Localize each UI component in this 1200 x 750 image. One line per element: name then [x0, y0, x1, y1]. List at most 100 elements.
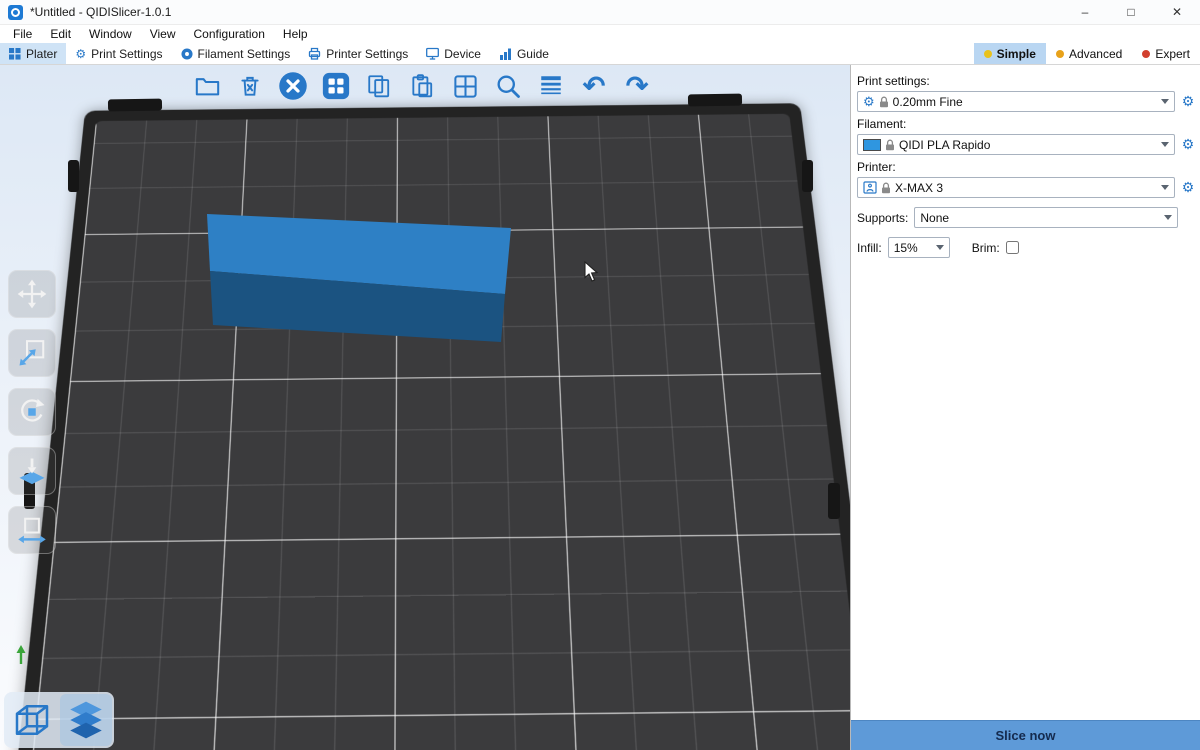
- tab-label: Print Settings: [91, 47, 162, 61]
- menu-help[interactable]: Help: [274, 27, 317, 41]
- mode-expert[interactable]: Expert: [1132, 43, 1200, 64]
- cube-wireframe-icon: [12, 700, 52, 740]
- print-settings-label: Print settings:: [857, 74, 1196, 88]
- printer-label: Printer:: [857, 160, 1196, 174]
- chevron-down-icon: [936, 245, 944, 250]
- guide-icon: [499, 47, 512, 60]
- lock-icon: [881, 182, 891, 194]
- move-icon: [17, 279, 47, 309]
- chevron-down-icon: [1164, 215, 1172, 220]
- tab-device[interactable]: Device: [417, 43, 490, 64]
- brim-label: Brim:: [972, 241, 1000, 255]
- bed-clip: [68, 160, 79, 192]
- mouse-cursor-icon: [584, 261, 600, 283]
- printer-icon: [308, 47, 321, 60]
- mode-advanced[interactable]: Advanced: [1046, 43, 1132, 64]
- expert-mode-dot-icon: [1142, 50, 1150, 58]
- print-settings-gear-icon[interactable]: ⚙: [1180, 93, 1196, 110]
- tab-guide[interactable]: Guide: [490, 43, 558, 64]
- redo-button[interactable]: ↷: [622, 71, 652, 101]
- cut-icon: [17, 515, 47, 545]
- slice-now-button[interactable]: Slice now: [851, 720, 1200, 750]
- close-button[interactable]: ✕: [1154, 0, 1200, 24]
- tab-label: Filament Settings: [198, 47, 291, 61]
- copy-button[interactable]: [364, 71, 394, 101]
- variable-layer-height-button[interactable]: [536, 71, 566, 101]
- layers-icon: [538, 73, 564, 99]
- tab-printer-settings[interactable]: Printer Settings: [299, 43, 417, 64]
- menu-view[interactable]: View: [141, 27, 185, 41]
- tab-label: Plater: [26, 47, 57, 61]
- copy-icon: [366, 73, 392, 99]
- trash-icon: [237, 73, 263, 99]
- tab-filament-settings[interactable]: Filament Settings: [172, 43, 300, 64]
- mode-simple[interactable]: Simple: [974, 43, 1046, 64]
- print-settings-value: 0.20mm Fine: [893, 95, 1157, 109]
- gizmo-toolbar: [8, 270, 56, 554]
- menu-edit[interactable]: Edit: [41, 27, 80, 41]
- bed-clip: [688, 94, 742, 107]
- supports-combo[interactable]: None: [914, 207, 1178, 228]
- place-on-face-icon: [17, 456, 47, 486]
- split-objects-button[interactable]: [450, 71, 480, 101]
- minimize-button[interactable]: –: [1062, 0, 1108, 24]
- scale-button[interactable]: [8, 329, 56, 377]
- infill-combo[interactable]: 15%: [888, 237, 950, 258]
- cut-button[interactable]: [8, 506, 56, 554]
- settings-panel: Print settings: ⚙ 0.20mm Fine ⚙ Filament…: [850, 65, 1200, 750]
- plater-icon: [9, 48, 21, 60]
- supports-label: Supports:: [857, 211, 908, 225]
- print-settings-combo[interactable]: ⚙ 0.20mm Fine: [857, 91, 1175, 112]
- simple-mode-dot-icon: [984, 50, 992, 58]
- maximize-button[interactable]: □: [1108, 0, 1154, 24]
- bed-clip: [108, 99, 162, 112]
- origin-axis-icon: [14, 645, 28, 665]
- object-toolbar: ↶ ↷: [192, 71, 652, 101]
- rotate-button[interactable]: [8, 388, 56, 436]
- move-button[interactable]: [8, 270, 56, 318]
- menu-file[interactable]: File: [4, 27, 41, 41]
- bed-clip: [828, 483, 840, 519]
- app-logo-icon: [8, 5, 23, 20]
- tab-print-settings[interactable]: ⚙ Print Settings: [66, 43, 171, 64]
- stacked-layers-icon: [65, 699, 107, 741]
- view-mode-toggles: [4, 692, 114, 748]
- mode-switcher: Simple Advanced Expert: [974, 43, 1200, 64]
- tab-plater[interactable]: Plater: [0, 43, 66, 64]
- delete-button[interactable]: [235, 71, 265, 101]
- undo-arrow-icon: ↶: [583, 73, 606, 100]
- chevron-down-icon: [1161, 185, 1169, 190]
- menu-configuration[interactable]: Configuration: [185, 27, 274, 41]
- printer-combo[interactable]: X-MAX 3: [857, 177, 1175, 198]
- filament-icon: [181, 48, 193, 60]
- print-bed[interactable]: [0, 103, 850, 750]
- filament-gear-icon[interactable]: ⚙: [1180, 136, 1196, 153]
- redo-arrow-icon: ↷: [626, 73, 649, 100]
- print-bed-surface: [0, 114, 850, 750]
- brim-checkbox[interactable]: [1006, 241, 1019, 254]
- supports-value: None: [920, 211, 1160, 225]
- paste-icon: [409, 73, 435, 99]
- place-on-face-button[interactable]: [8, 447, 56, 495]
- viewport-3d[interactable]: ↶ ↷: [0, 65, 850, 750]
- rotate-icon: [17, 397, 47, 427]
- mode-label: Expert: [1155, 47, 1190, 61]
- title-bar: *Untitled - QIDISlicer-1.0.1 – □ ✕: [0, 0, 1200, 25]
- advanced-mode-dot-icon: [1056, 50, 1064, 58]
- arrange-button[interactable]: [321, 71, 351, 101]
- paste-button[interactable]: [407, 71, 437, 101]
- printer-gear-icon[interactable]: ⚙: [1180, 179, 1196, 196]
- bed-clip: [802, 160, 813, 192]
- undo-button[interactable]: ↶: [579, 71, 609, 101]
- delete-all-button[interactable]: [278, 71, 308, 101]
- open-project-button[interactable]: [192, 71, 222, 101]
- tab-label: Printer Settings: [326, 47, 408, 61]
- filament-combo[interactable]: QIDI PLA Rapido: [857, 134, 1175, 155]
- menu-window[interactable]: Window: [80, 27, 141, 41]
- search-button[interactable]: [493, 71, 523, 101]
- preview-view-button[interactable]: [60, 694, 112, 746]
- folder-open-icon: [194, 73, 221, 100]
- editor-view-button[interactable]: [6, 694, 58, 746]
- infill-label: Infill:: [857, 241, 882, 255]
- chevron-down-icon: [1161, 142, 1169, 147]
